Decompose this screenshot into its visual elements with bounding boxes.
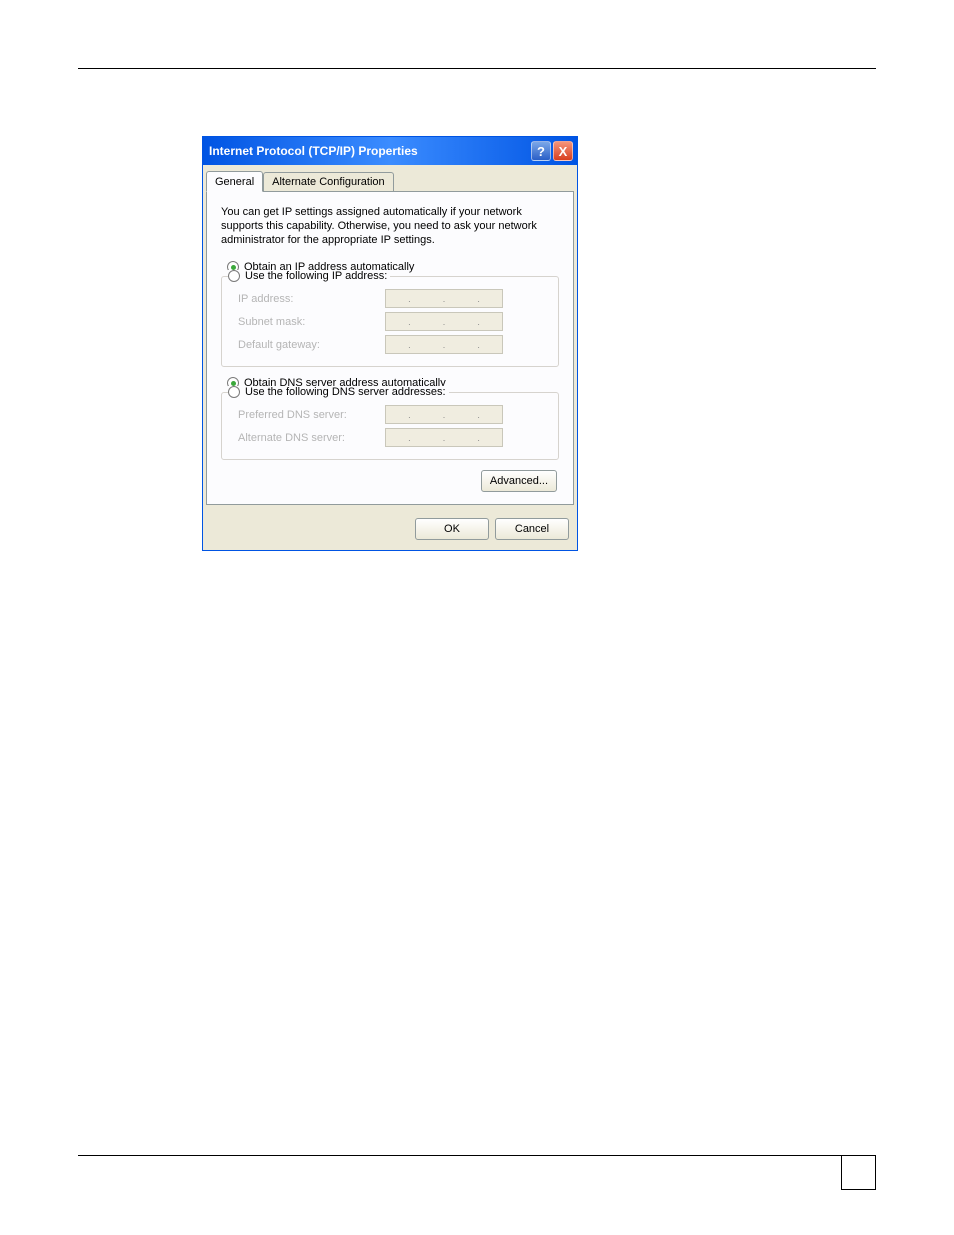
ip-address-label: IP address: [230,293,385,305]
page-divider-top [78,68,876,69]
page-number-box [841,1155,876,1190]
tcpip-properties-dialog: Internet Protocol (TCP/IP) Properties ? … [202,136,578,551]
alternate-dns-label: Alternate DNS server: [230,432,385,444]
tab-general-label: General [215,176,254,188]
advanced-button-row: Advanced... [219,470,557,492]
panel-description: You can get IP settings assigned automat… [221,206,559,247]
alternate-dns-input[interactable]: . . . [385,428,503,447]
dialog-button-row: OK Cancel [203,512,577,550]
ok-button-label: OK [444,523,460,535]
tab-strip: General Alternate Configuration [203,165,577,192]
preferred-dns-input[interactable]: . . . [385,405,503,424]
cancel-button[interactable]: Cancel [495,518,569,540]
field-subnet-mask: Subnet mask: . . . [230,312,550,331]
ip-manual-group: Use the following IP address: IP address… [221,276,559,367]
radio-use-ip[interactable]: Use the following IP address: [228,270,390,282]
tab-alternate[interactable]: Alternate Configuration [263,172,394,193]
tab-area: General Alternate Configuration You can … [203,165,577,550]
titlebar[interactable]: Internet Protocol (TCP/IP) Properties ? … [203,137,577,165]
help-button[interactable]: ? [531,141,551,161]
advanced-button-label: Advanced... [490,475,548,487]
close-icon: X [559,144,568,159]
radio-icon [228,386,240,398]
default-gateway-input[interactable]: . . . [385,335,503,354]
titlebar-title: Internet Protocol (TCP/IP) Properties [209,144,531,158]
page-divider-bottom [78,1155,876,1156]
cancel-button-label: Cancel [515,523,549,535]
default-gateway-label: Default gateway: [230,339,385,351]
subnet-mask-input[interactable]: . . . [385,312,503,331]
ok-button[interactable]: OK [415,518,489,540]
subnet-mask-label: Subnet mask: [230,316,385,328]
ip-address-input[interactable]: . . . [385,289,503,308]
dns-manual-group: Use the following DNS server addresses: … [221,392,559,460]
radio-use-dns-label: Use the following DNS server addresses: [245,386,446,398]
tab-panel-general: You can get IP settings assigned automat… [206,191,574,505]
radio-use-ip-label: Use the following IP address: [245,270,387,282]
close-button[interactable]: X [553,141,573,161]
tab-general[interactable]: General [206,171,263,192]
help-icon: ? [537,144,545,159]
radio-icon [228,270,240,282]
field-preferred-dns: Preferred DNS server: . . . [230,405,550,424]
field-ip-address: IP address: . . . [230,289,550,308]
field-alternate-dns: Alternate DNS server: . . . [230,428,550,447]
preferred-dns-label: Preferred DNS server: [230,409,385,421]
radio-use-dns[interactable]: Use the following DNS server addresses: [228,386,449,398]
tab-alternate-label: Alternate Configuration [272,176,385,188]
advanced-button[interactable]: Advanced... [481,470,557,492]
titlebar-buttons: ? X [531,141,573,161]
field-default-gateway: Default gateway: . . . [230,335,550,354]
